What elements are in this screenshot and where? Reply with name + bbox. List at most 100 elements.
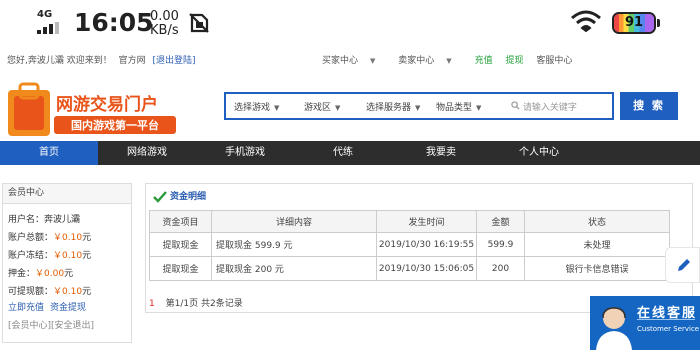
total-label: 账户总额： <box>8 233 54 243</box>
select-game-dropdown[interactable]: 选择游戏 ▼ <box>234 100 279 113</box>
table-row: 提取现金 提取现金 599.9 元 2019/10/30 16:19:55 59… <box>149 232 670 257</box>
service-agent-avatar <box>596 307 632 350</box>
dropdown-arrow-icon: ▼ <box>476 104 482 112</box>
game-zone-label: 游戏区 <box>304 103 332 113</box>
site-logo[interactable]: 网游交易门户 国内游戏第一平台 <box>6 76 181 142</box>
table-cell: 未处理 <box>524 232 670 257</box>
column-header: 状态 <box>524 210 670 233</box>
funds-title: 资金明细 <box>170 192 207 202</box>
withdrawable-label: 可提现额： <box>8 287 54 297</box>
withdrawable-value: ￥0.10 <box>53 287 83 297</box>
select-server-dropdown[interactable]: 选择服务器 ▼ <box>366 100 420 113</box>
item-type-dropdown[interactable]: 物品类型 ▼ <box>436 100 481 113</box>
speed-unit: KB/s <box>150 23 179 38</box>
frozen-row: 账户冻结：￥0.10元 <box>8 248 91 261</box>
table-cell: 2019/10/30 16:19:55 <box>376 232 477 257</box>
table-cell: 银行卡信息错误 <box>524 256 670 281</box>
seller-center-menu[interactable]: 卖家中心 ▼ <box>398 56 461 66</box>
column-header: 详细内容 <box>211 210 377 233</box>
frozen-label: 账户冻结： <box>8 251 54 261</box>
search-placeholder: 请输入关键字 <box>522 103 577 113</box>
deposit-row: 押金：￥0.00元 <box>8 266 73 279</box>
no-sim-icon <box>189 13 209 33</box>
network-type: 4G <box>37 9 53 20</box>
buyer-center-menu[interactable]: 买家中心 ▼ <box>322 56 385 66</box>
chevron-down-icon: ▼ <box>446 57 452 65</box>
logo-main-text: 网游交易门户 <box>56 94 158 115</box>
select-game-label: 选择游戏 <box>234 103 271 113</box>
dropdown-arrow-icon: ▼ <box>415 104 421 112</box>
funds-table: 资金项目 详细内容 发生时间 金额 状态 提取现金 提取现金 599.9 元 2… <box>149 210 670 281</box>
total-value: ￥0.10 <box>53 233 83 243</box>
network-speed: 0.00 KB/s <box>150 10 179 38</box>
username-value: 奔波儿灞 <box>44 215 81 225</box>
withdraw-funds-link[interactable]: 资金提现 <box>50 303 86 313</box>
search-icon <box>511 101 520 110</box>
chevron-down-icon: ▼ <box>370 57 376 65</box>
pencil-icon <box>678 259 690 271</box>
service-subtitle: Customer Service <box>637 325 700 333</box>
edit-button[interactable] <box>665 247 700 283</box>
deposit-label: 押金： <box>8 269 36 279</box>
logo-sub-text: 国内游戏第一平台 <box>71 118 159 132</box>
member-sys-links: [会员中心][安全退出] <box>8 318 94 331</box>
nav-personal-center[interactable]: 个人中心 <box>490 141 588 165</box>
seller-center-label: 卖家中心 <box>398 56 435 66</box>
wifi-icon <box>571 10 601 32</box>
item-type-label: 物品类型 <box>436 103 473 113</box>
recharge-now-link[interactable]: 立即充值 <box>8 303 44 313</box>
signal-icon <box>37 22 59 34</box>
withdraw-link[interactable]: 提现 <box>505 56 523 66</box>
logout-link[interactable]: [退出登陆] <box>153 56 196 66</box>
buyer-center-label: 买家中心 <box>322 56 359 66</box>
search-bar: 选择游戏 ▼ 游戏区 ▼ 选择服务器 ▼ 物品类型 ▼ 请输入关键字 <box>224 92 614 120</box>
welcome-text: 您好,奔波儿灞 欢迎来到！ <box>7 56 112 66</box>
username-label: 用户名： <box>8 215 45 225</box>
funds-panel: 资金明细 资金项目 详细内容 发生时间 金额 状态 提取现金 提取现金 599.… <box>145 183 693 313</box>
online-service-widget[interactable]: 在线客服 Customer Service <box>590 296 700 350</box>
member-panel-title: 会员中心 <box>3 184 131 204</box>
withdrawable-row: 可提现额：￥0.10元 <box>8 284 91 297</box>
column-header: 金额 <box>476 210 525 233</box>
frozen-value: ￥0.10 <box>53 251 83 261</box>
table-cell: 提取现金 <box>149 232 212 257</box>
page-info: 第1/1页 <box>165 299 199 309</box>
username-row: 用户名：奔波儿灞 <box>8 212 80 225</box>
page-number[interactable]: 1 <box>149 299 155 309</box>
service-divider <box>637 319 695 320</box>
table-cell: 200 <box>476 256 525 281</box>
search-button[interactable]: 搜 索 <box>620 92 678 120</box>
game-zone-dropdown[interactable]: 游戏区 ▼ <box>304 100 340 113</box>
service-center-link[interactable]: 客服中心 <box>536 56 572 66</box>
nav-online-games[interactable]: 网络游戏 <box>98 141 196 165</box>
recharge-link[interactable]: 充值 <box>475 56 493 66</box>
table-cell: 599.9 <box>476 232 525 257</box>
table-cell: 提取现金 200 元 <box>211 256 377 281</box>
deposit-value: ￥0.00 <box>35 269 65 279</box>
search-input[interactable]: 请输入关键字 <box>511 100 577 113</box>
main-nav: 首页 网络游戏 手机游戏 代练 我要卖 个人中心 <box>0 141 700 165</box>
battery-icon: 91 <box>612 12 656 34</box>
safe-logout-link[interactable]: [安全退出] <box>51 321 94 331</box>
dropdown-arrow-icon: ▼ <box>274 104 280 112</box>
nav-boosting[interactable]: 代练 <box>294 141 392 165</box>
member-panel: 会员中心 用户名：奔波儿灞 账户总额：￥0.10元 账户冻结：￥0.10元 押金… <box>2 183 132 343</box>
dropdown-arrow-icon: ▼ <box>335 104 341 112</box>
nav-sell[interactable]: 我要卖 <box>392 141 490 165</box>
select-server-label: 选择服务器 <box>366 103 412 113</box>
nav-mobile-games[interactable]: 手机游戏 <box>196 141 294 165</box>
site-top-bar: 您好,奔波儿灞 欢迎来到！ 官方网 [退出登陆] 买家中心 ▼ 卖家中心 ▼ 充值 … <box>0 48 700 70</box>
phone-status-bar: 4G 16:05 0.00 KB/s 91 <box>0 0 700 46</box>
column-header: 资金项目 <box>149 210 212 233</box>
member-center-link[interactable]: [会员中心] <box>8 321 51 331</box>
member-links: 立即充值 资金提现 <box>8 300 92 313</box>
table-cell: 提取现金 599.9 元 <box>211 232 377 257</box>
speed-value: 0.00 <box>150 9 179 24</box>
nav-home[interactable]: 首页 <box>0 141 98 165</box>
record-count: 共2条记录 <box>200 299 243 309</box>
unit-label: 元 <box>82 251 92 261</box>
official-site-link[interactable]: 官方网 <box>119 56 146 66</box>
table-row: 提取现金 提取现金 200 元 2019/10/30 15:06:05 200 … <box>149 256 670 281</box>
unit-label: 元 <box>64 269 74 279</box>
table-cell: 提取现金 <box>149 256 212 281</box>
